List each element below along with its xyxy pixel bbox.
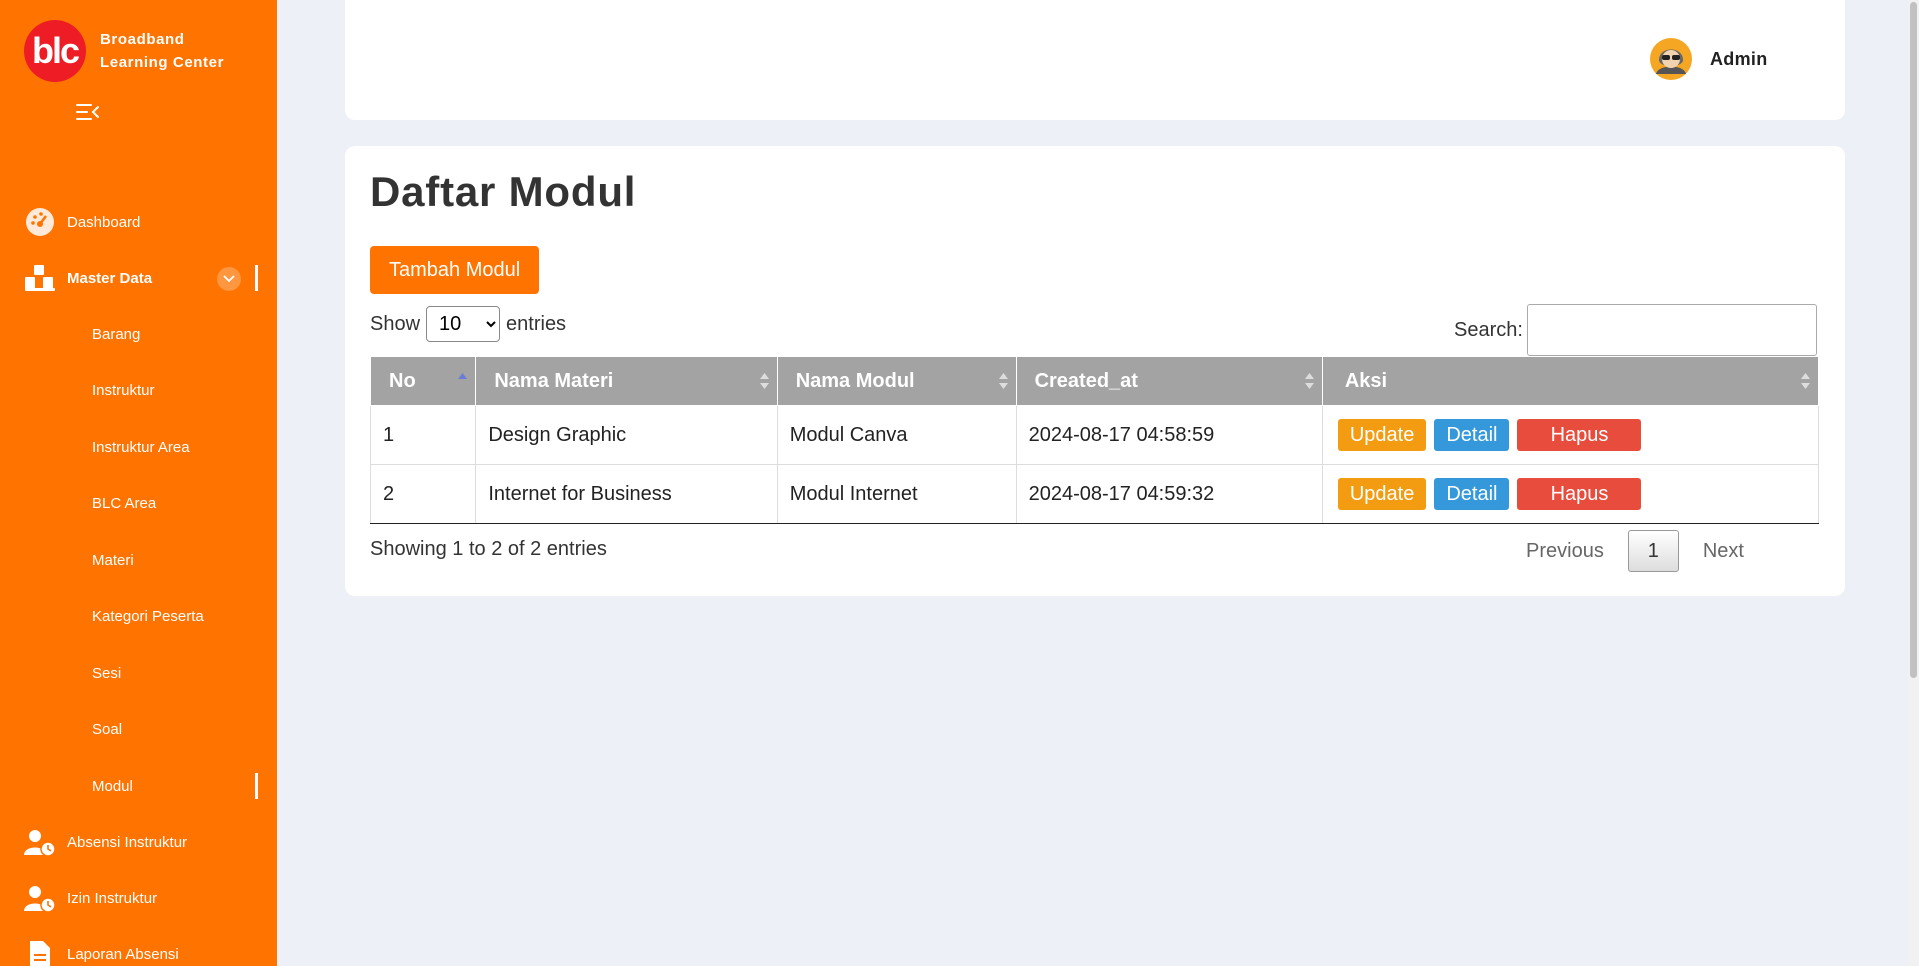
submenu-item-label: Sesi <box>92 664 122 682</box>
sidebar-item-label: Dashboard <box>67 213 141 231</box>
chevron-down-icon[interactable] <box>217 267 241 291</box>
dashboard-icon <box>24 208 56 236</box>
sidebar-toggle-icon[interactable] <box>76 102 100 122</box>
scrollbar-thumb[interactable] <box>1910 2 1917 678</box>
cell-no: 1 <box>369 405 477 465</box>
brand[interactable]: blc Broadband Learning Center <box>24 20 224 82</box>
cell-nama-materi: Internet for Business <box>475 464 778 524</box>
active-section-marker <box>255 265 258 291</box>
submenu-item-blc-area[interactable]: BLC Area <box>0 476 277 533</box>
cell-aksi: Update Detail Hapus <box>1321 464 1820 524</box>
sidebar-item-master-data[interactable]: Master Data <box>0 250 277 306</box>
active-item-marker <box>255 773 258 799</box>
sidebar-item-label: Absensi Instruktur <box>67 834 188 851</box>
submenu-item-label: Materi <box>92 551 134 569</box>
length-suffix-label: entries <box>506 312 567 335</box>
submenu-item-sesi[interactable]: Sesi <box>0 645 277 702</box>
avatar-icon <box>1650 38 1692 80</box>
length-show-label: Show <box>370 312 421 335</box>
submenu-item-barang[interactable]: Barang <box>0 306 277 363</box>
brand-line-1: Broadband <box>100 31 185 48</box>
sidebar-nav: Dashboard Master Data Barang Instruktur … <box>0 194 277 966</box>
detail-button[interactable]: Detail <box>1434 419 1510 451</box>
cell-created-at: 2024-08-17 04:58:59 <box>1015 405 1323 465</box>
master-data-submenu: Barang Instruktur Instruktur Area BLC Ar… <box>0 306 277 815</box>
detail-button[interactable]: Detail <box>1434 478 1510 510</box>
cell-aksi: Update Detail Hapus <box>1321 405 1820 465</box>
user-clock-icon <box>24 885 56 913</box>
column-header-nama-modul[interactable]: Nama Modul <box>776 356 1017 406</box>
user-clock-icon <box>24 829 56 857</box>
entries-length-control: Show 10 entries <box>370 306 566 342</box>
sort-icon <box>759 373 769 389</box>
add-module-button[interactable]: Tambah Modul <box>370 246 540 294</box>
cell-nama-modul: Modul Internet <box>776 464 1017 524</box>
pagination: Previous 1 Next <box>1512 530 1758 572</box>
sidebar-item-label: Izin Instruktur <box>67 890 158 907</box>
module-list-card: Daftar Modul Tambah Modul Show 10 entrie… <box>345 146 1845 596</box>
cell-no: 2 <box>369 464 477 524</box>
submenu-item-label: Instruktur <box>92 382 155 400</box>
submenu-item-label: Instruktur Area <box>92 438 190 456</box>
table-header-row: No Nama Materi Nama Modul Created_at Aks… <box>369 356 1820 406</box>
user-name: Admin <box>1710 48 1768 69</box>
submenu-item-instruktur[interactable]: Instruktur <box>0 363 277 420</box>
search-input[interactable] <box>1526 304 1817 356</box>
submenu-item-kategori-peserta[interactable]: Kategori Peserta <box>0 589 277 646</box>
update-button[interactable]: Update <box>1337 478 1427 510</box>
submenu-item-soal[interactable]: Soal <box>0 702 277 759</box>
brand-logo: blc <box>24 20 86 82</box>
top-header: Admin <box>345 0 1845 120</box>
next-page-button[interactable]: Next <box>1689 530 1758 572</box>
sort-icon <box>998 373 1008 389</box>
submenu-item-label: BLC Area <box>92 495 157 513</box>
sidebar: blc Broadband Learning Center Dashboard <box>0 0 277 966</box>
submenu-item-instruktur-area[interactable]: Instruktur Area <box>0 419 277 476</box>
brand-name: Broadband Learning Center <box>100 28 224 74</box>
table-row: 1 Design Graphic Modul Canva 2024-08-17 … <box>369 405 1820 465</box>
submenu-item-label: Modul <box>92 777 133 795</box>
cell-created-at: 2024-08-17 04:59:32 <box>1015 464 1323 524</box>
table-info: Showing 1 to 2 of 2 entries <box>370 538 607 560</box>
column-header-no[interactable]: No <box>369 356 477 406</box>
boxes-icon <box>24 264 56 292</box>
submenu-item-label: Soal <box>92 721 123 739</box>
submenu-item-materi[interactable]: Materi <box>0 532 277 589</box>
brand-line-2: Learning Center <box>100 54 225 71</box>
sidebar-item-absensi-instruktur[interactable]: Absensi Instruktur <box>0 815 277 871</box>
sort-asc-icon <box>458 373 468 379</box>
page-button-current[interactable]: 1 <box>1627 530 1679 572</box>
document-icon <box>24 940 56 966</box>
sidebar-item-laporan-absensi[interactable]: Laporan Absensi <box>0 927 277 966</box>
module-table: No Nama Materi Nama Modul Created_at Aks… <box>369 356 1820 524</box>
search-label: Search: <box>1454 318 1523 341</box>
user-menu[interactable]: Admin <box>1650 38 1768 80</box>
table-row: 2 Internet for Business Modul Internet 2… <box>369 464 1820 524</box>
column-header-aksi[interactable]: Aksi <box>1321 356 1820 406</box>
submenu-item-label: Kategori Peserta <box>92 608 204 626</box>
page-scrollbar[interactable] <box>1908 0 1919 966</box>
submenu-item-modul[interactable]: Modul <box>0 758 277 815</box>
table-search: Search: <box>1454 304 1817 356</box>
column-header-created-at[interactable]: Created_at <box>1015 356 1323 406</box>
sidebar-item-label: Master Data <box>67 269 153 287</box>
page-title: Daftar Modul <box>370 168 637 215</box>
sidebar-item-label: Laporan Absensi <box>67 946 179 963</box>
sidebar-item-dashboard[interactable]: Dashboard <box>0 194 277 250</box>
cell-nama-modul: Modul Canva <box>776 405 1017 465</box>
sort-icon <box>1801 373 1810 389</box>
submenu-item-label: Barang <box>92 325 141 343</box>
column-header-nama-materi[interactable]: Nama Materi <box>475 356 778 406</box>
entries-per-page-select[interactable]: 10 <box>426 306 501 342</box>
sort-icon <box>1304 373 1314 389</box>
delete-button[interactable]: Hapus <box>1517 478 1642 510</box>
delete-button[interactable]: Hapus <box>1517 419 1642 451</box>
update-button[interactable]: Update <box>1337 419 1427 451</box>
previous-page-button[interactable]: Previous <box>1512 530 1618 572</box>
sidebar-item-izin-instruktur[interactable]: Izin Instruktur <box>0 871 277 927</box>
cell-nama-materi: Design Graphic <box>475 405 778 465</box>
